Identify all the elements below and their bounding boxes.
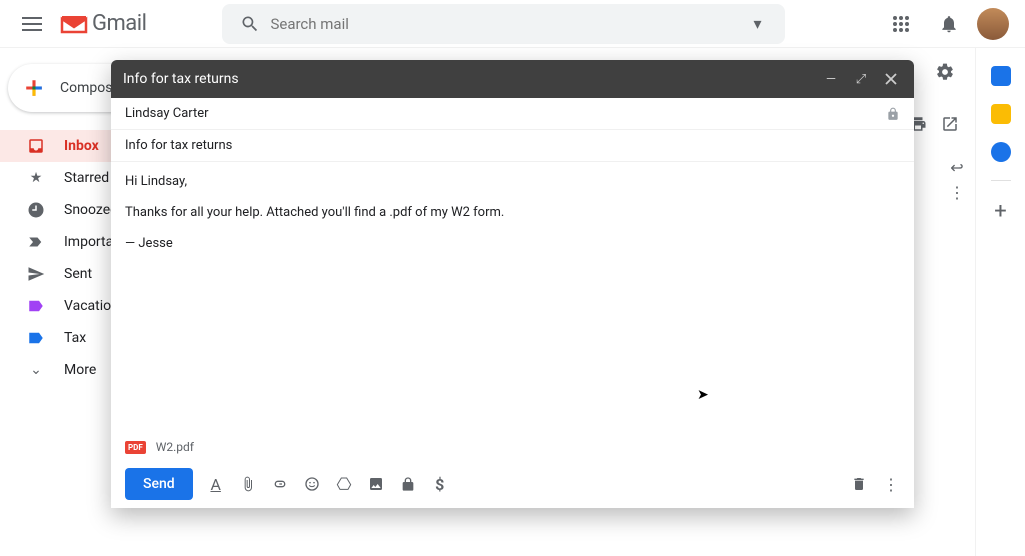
search-dropdown-icon[interactable]: ▾ — [737, 14, 777, 33]
insert-photo-button[interactable] — [367, 476, 385, 492]
insert-money-button[interactable]: $ — [431, 475, 449, 494]
drive-icon — [336, 476, 352, 492]
sidebar-item-label: More — [64, 362, 96, 378]
add-addon-button[interactable]: + — [994, 199, 1006, 224]
gmail-logo-icon — [60, 14, 88, 34]
link-icon — [272, 476, 288, 492]
paperclip-icon — [240, 476, 256, 492]
chevron-down-icon: ⌄ — [26, 362, 46, 378]
search-input[interactable] — [270, 15, 737, 33]
subject-text: Info for tax returns — [125, 138, 232, 153]
plus-icon — [20, 74, 48, 102]
search-bar[interactable]: ▾ — [222, 4, 785, 44]
label-icon — [26, 329, 46, 347]
star-icon: ★ — [26, 170, 46, 186]
sidebar-item-label: Starred — [64, 170, 109, 186]
more-options-button[interactable]: ⋮ — [882, 475, 900, 494]
compose-footer: Send A $ ⋮ — [111, 460, 914, 508]
minimize-button[interactable]: — — [820, 68, 842, 90]
keep-addon[interactable] — [991, 104, 1011, 124]
lock-clock-icon — [400, 476, 416, 492]
recipient-row[interactable]: Lindsay Carter — [111, 98, 914, 130]
attachment-chip[interactable]: PDF W2.pdf — [111, 434, 914, 460]
app-name: Gmail — [92, 11, 146, 36]
recipient-name: Lindsay Carter — [125, 106, 209, 121]
compose-title: Info for tax returns — [123, 71, 239, 87]
inbox-icon — [26, 137, 46, 155]
insert-drive-button[interactable] — [335, 476, 353, 492]
side-panel: + — [975, 48, 1025, 556]
divider — [991, 180, 1011, 181]
emoji-icon — [304, 476, 320, 492]
hamburger-icon — [22, 17, 42, 31]
search-icon[interactable] — [230, 14, 270, 34]
lock-icon[interactable] — [886, 107, 900, 121]
apps-button[interactable] — [881, 4, 921, 44]
clock-icon — [26, 201, 46, 219]
subject-row[interactable]: Info for tax returns — [111, 130, 914, 162]
important-icon — [26, 233, 46, 251]
close-button[interactable] — [880, 68, 902, 90]
close-icon — [885, 73, 897, 85]
compose-window: Info for tax returns — ⤢ Lindsay Carter … — [111, 60, 914, 508]
photo-icon — [368, 476, 384, 492]
logo[interactable]: Gmail — [60, 11, 146, 36]
app-header: Gmail ▾ — [0, 0, 1025, 48]
apps-icon — [892, 15, 910, 33]
more-icon[interactable]: ⋮ — [949, 183, 965, 202]
insert-emoji-button[interactable] — [303, 476, 321, 492]
format-text-button[interactable]: A — [207, 475, 225, 494]
label-icon — [26, 297, 46, 315]
sidebar-item-label: Sent — [64, 266, 92, 282]
attachment-name: W2.pdf — [156, 440, 194, 454]
confidential-mode-button[interactable] — [399, 476, 417, 492]
calendar-addon[interactable] — [991, 66, 1011, 86]
pdf-badge-icon: PDF — [125, 441, 146, 454]
compose-header[interactable]: Info for tax returns — ⤢ — [111, 60, 914, 98]
send-button[interactable]: Send — [125, 468, 193, 500]
notifications-button[interactable] — [929, 4, 969, 44]
attach-file-button[interactable] — [239, 476, 257, 492]
menu-button[interactable] — [8, 0, 56, 48]
cursor-icon: ➤ — [697, 387, 709, 403]
compose-body[interactable]: Hi Lindsay, Thanks for all your help. At… — [111, 162, 914, 434]
body-line: Hi Lindsay, — [125, 174, 900, 189]
body-line: Thanks for all your help. Attached you'l… — [125, 205, 900, 220]
account-avatar[interactable] — [977, 8, 1009, 40]
sent-icon — [26, 265, 46, 283]
body-signature: — Jesse — [125, 236, 900, 251]
tasks-addon[interactable] — [991, 142, 1011, 162]
discard-draft-button[interactable] — [850, 476, 868, 492]
reply-icon[interactable]: ↩ — [950, 158, 963, 177]
trash-icon — [851, 476, 867, 492]
bell-icon — [939, 14, 959, 34]
fullscreen-button[interactable]: ⤢ — [850, 68, 872, 90]
sidebar-item-label: Inbox — [64, 138, 99, 154]
insert-link-button[interactable] — [271, 476, 289, 492]
sidebar-item-label: Snoozed — [64, 202, 118, 218]
sidebar-item-label: Tax — [64, 330, 86, 346]
